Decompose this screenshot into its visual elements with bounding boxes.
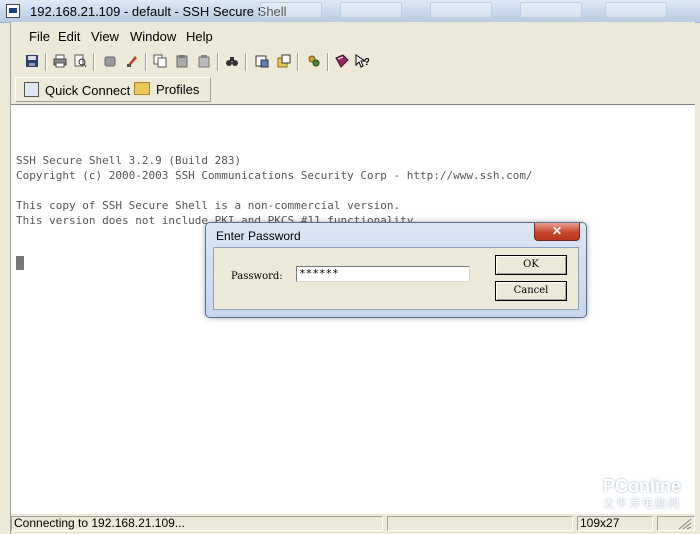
menu-help[interactable]: Help: [186, 29, 213, 44]
print-preview-icon: [74, 54, 87, 68]
quick-connect-label: Quick Connect: [45, 83, 131, 98]
folder-icon: [134, 82, 150, 95]
ghost-tab: [605, 2, 667, 18]
paste-icon: [176, 55, 188, 68]
find-button[interactable]: [223, 52, 241, 70]
save-button[interactable]: [23, 52, 41, 70]
terminal-cursor: [16, 256, 24, 270]
paste-alt-icon: [198, 55, 210, 68]
dialog-close-button[interactable]: ✕: [534, 223, 580, 241]
main-toolbar: ?: [11, 49, 695, 75]
resize-grip-icon[interactable]: [678, 518, 692, 530]
menu-view[interactable]: View: [91, 29, 119, 44]
paste-button[interactable]: [173, 52, 191, 70]
cancel-button[interactable]: Cancel: [495, 281, 567, 301]
toolbar-separator: [45, 53, 47, 71]
remote-icon: [127, 56, 137, 67]
toolbar-separator: [327, 53, 329, 71]
settings-button[interactable]: [253, 52, 271, 70]
watermark-sub: 太平洋电脑网: [603, 498, 681, 510]
menu-file[interactable]: File: [29, 29, 50, 44]
profiles-toolbar: Quick Connect Profiles: [15, 77, 211, 102]
find-icon: [226, 57, 238, 66]
toolbar-separator: [217, 53, 219, 71]
settings-icon: [255, 55, 269, 68]
enter-password-dialog: Enter Password ✕ Password: ****** OK Can…: [205, 222, 587, 318]
toolbar-separator: [245, 53, 247, 71]
ssh-app-icon: [6, 4, 20, 18]
keys-icon: [308, 55, 320, 67]
toolbar-separator: [93, 53, 95, 71]
whats-this-button[interactable]: ?: [353, 52, 371, 70]
profiles-label: Profiles: [156, 82, 200, 97]
copy-icon: [153, 54, 167, 68]
status-bar: Connecting to 192.168.21.109... 109x27: [11, 514, 695, 534]
remote-button[interactable]: [123, 52, 141, 70]
terminal-line: This copy of SSH Secure Shell is a non-c…: [16, 199, 401, 212]
profile-settings-icon: [277, 54, 291, 68]
title-bar: 192.168.21.109 - default - SSH Secure Sh…: [0, 0, 700, 23]
print-button[interactable]: [51, 52, 69, 70]
print-icon: [53, 54, 67, 68]
keys-button[interactable]: [305, 52, 323, 70]
watermark-brand: PConline: [602, 476, 681, 496]
whats-this-icon: ?: [355, 54, 369, 68]
ghost-tab: [340, 2, 402, 18]
disconnect-button[interactable]: [101, 52, 119, 70]
menu-bar: File Edit View Window Help: [11, 26, 695, 46]
status-empty: [387, 516, 573, 531]
ghost-tab: [430, 2, 492, 18]
profile-settings-button[interactable]: [275, 52, 293, 70]
disconnect-icon: [104, 56, 116, 67]
background-taskbar-ghost: [260, 2, 700, 18]
status-lock-cell: [657, 516, 695, 531]
save-icon: [26, 55, 38, 67]
quick-connect-button[interactable]: Quick Connect: [24, 82, 130, 98]
status-terminal-size: 109x27: [577, 516, 653, 531]
paste-alt-button[interactable]: [195, 52, 213, 70]
svg-text:?: ?: [364, 57, 369, 68]
status-message: Connecting to 192.168.21.109...: [11, 516, 383, 531]
menu-window[interactable]: Window: [130, 29, 176, 44]
help-book-icon: [335, 54, 349, 68]
menu-edit[interactable]: Edit: [58, 29, 80, 44]
terminal-line: SSH Secure Shell 3.2.9 (Build 283): [16, 154, 242, 167]
window-title: 192.168.21.109 - default - SSH Secure Sh…: [30, 4, 287, 19]
profiles-button[interactable]: Profiles: [134, 82, 199, 97]
ghost-tab: [260, 2, 322, 18]
dialog-body: Password: ****** OK Cancel: [213, 247, 579, 310]
terminal-line: Copyright (c) 2000-2003 SSH Communicatio…: [16, 169, 533, 182]
password-label: Password:: [231, 271, 283, 282]
quick-connect-icon: [24, 82, 39, 97]
toolbar-separator: [145, 53, 147, 71]
password-field[interactable]: ******: [296, 266, 470, 282]
print-preview-button[interactable]: [71, 52, 89, 70]
ghost-tab: [520, 2, 582, 18]
toolbar-separator: [297, 53, 299, 71]
ok-button[interactable]: OK: [495, 255, 567, 275]
copy-button[interactable]: [151, 52, 169, 70]
help-book-button[interactable]: [333, 52, 351, 70]
dialog-title: Enter Password: [216, 229, 301, 243]
